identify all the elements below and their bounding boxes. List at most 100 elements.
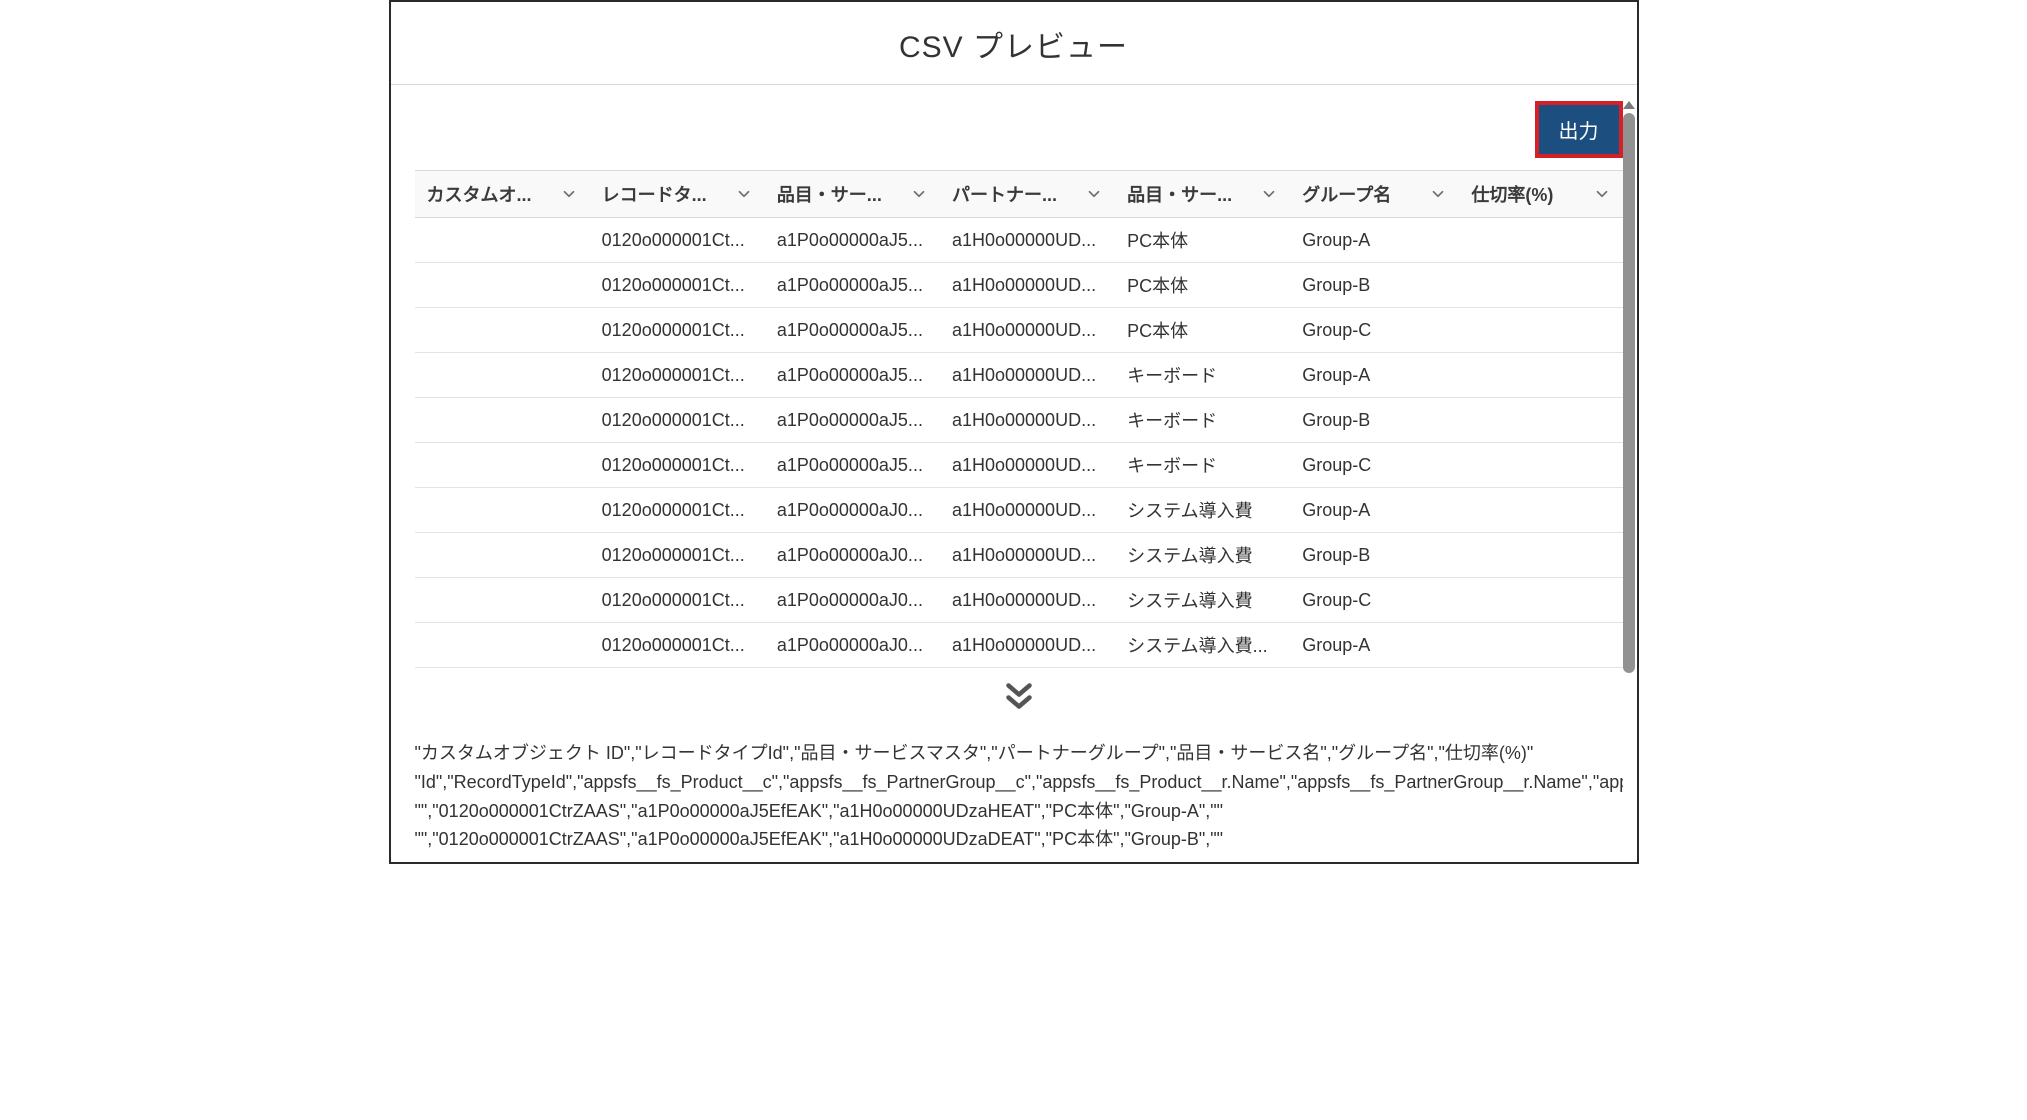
table-row: 0120o000001Ct...a1P0o00000aJ5...a1H0o000… — [415, 443, 1623, 488]
table-row: 0120o000001Ct...a1P0o00000aJ5...a1H0o000… — [415, 353, 1623, 398]
column-header-label: 仕切率(%) — [1471, 181, 1586, 207]
table-cell: 0120o000001Ct... — [590, 533, 765, 578]
table-cell — [1459, 263, 1622, 308]
table-cell: a1H0o00000UD... — [940, 578, 1115, 623]
table-scroll-area: カスタムオ... レコードタ... 品目・サー... パートナー... 品目・サー...… — [415, 170, 1623, 862]
table-cell — [1459, 578, 1622, 623]
table-cell: Group-A — [1290, 353, 1459, 398]
table-cell: 0120o000001Ct... — [590, 398, 765, 443]
scroll-thumb[interactable] — [1623, 113, 1635, 673]
table-cell — [415, 488, 590, 533]
table-cell — [415, 218, 590, 263]
table-cell: システム導入費 — [1115, 533, 1290, 578]
table-cell: a1H0o00000UD... — [940, 443, 1115, 488]
table-cell: a1P0o00000aJ5... — [765, 218, 940, 263]
column-header-6[interactable]: 仕切率(%) — [1459, 171, 1622, 218]
csv-preview-table: カスタムオ... レコードタ... 品目・サー... パートナー... 品目・サー...… — [415, 170, 1623, 668]
chevron-down-icon[interactable] — [1593, 185, 1611, 203]
table-header-row: カスタムオ... レコードタ... 品目・サー... パートナー... 品目・サー...… — [415, 171, 1623, 218]
raw-csv-block: "カスタムオブジェクト ID","レコードタイプId","品目・サービスマスタ"… — [415, 725, 1623, 862]
column-header-label: グループ名 — [1302, 181, 1423, 207]
column-header-3[interactable]: パートナー... — [940, 171, 1115, 218]
chevron-down-icon[interactable] — [1429, 185, 1447, 203]
chevron-down-icon[interactable] — [735, 185, 753, 203]
column-header-4[interactable]: 品目・サー... — [1115, 171, 1290, 218]
table-cell: a1H0o00000UD... — [940, 308, 1115, 353]
table-cell: Group-A — [1290, 488, 1459, 533]
table-cell: a1P0o00000aJ5... — [765, 398, 940, 443]
column-header-2[interactable]: 品目・サー... — [765, 171, 940, 218]
table-cell: 0120o000001Ct... — [590, 218, 765, 263]
table-cell — [1459, 353, 1622, 398]
table-cell: a1H0o00000UD... — [940, 263, 1115, 308]
table-cell: PC本体 — [1115, 218, 1290, 263]
table-cell: PC本体 — [1115, 308, 1290, 353]
modal-title: CSV プレビュー — [899, 31, 1128, 64]
action-bar: 出力 — [415, 85, 1623, 170]
export-button-highlight: 出力 — [1535, 101, 1623, 158]
table-cell — [415, 578, 590, 623]
chevron-down-icon[interactable] — [910, 185, 928, 203]
table-cell: a1H0o00000UD... — [940, 398, 1115, 443]
raw-csv-line: "","0120o000001CtrZAAS","a1P0o00000aJ5Ef… — [415, 797, 1623, 826]
table-cell — [1459, 218, 1622, 263]
table-cell — [1459, 308, 1622, 353]
raw-csv-line: "Id","RecordTypeId","appsfs__fs_Product_… — [415, 768, 1623, 797]
table-cell — [1459, 443, 1622, 488]
raw-csv-line: "カスタムオブジェクト ID","レコードタイプId","品目・サービスマスタ"… — [415, 739, 1623, 768]
table-cell: Group-C — [1290, 308, 1459, 353]
table-cell — [415, 263, 590, 308]
table-cell — [415, 353, 590, 398]
scroll-up-arrow-icon[interactable] — [1623, 101, 1635, 109]
table-row: 0120o000001Ct...a1P0o00000aJ0...a1H0o000… — [415, 623, 1623, 668]
table-row: 0120o000001Ct...a1P0o00000aJ0...a1H0o000… — [415, 578, 1623, 623]
table-cell — [1459, 488, 1622, 533]
table-cell: a1P0o00000aJ0... — [765, 488, 940, 533]
table-cell: a1P0o00000aJ0... — [765, 533, 940, 578]
table-cell: システム導入費 — [1115, 578, 1290, 623]
chevron-down-icon[interactable] — [1260, 185, 1278, 203]
table-cell: Group-C — [1290, 578, 1459, 623]
table-cell: a1P0o00000aJ5... — [765, 353, 940, 398]
table-cell — [1459, 623, 1622, 668]
column-header-label: レコードタ... — [602, 181, 729, 207]
table-cell: a1H0o00000UD... — [940, 533, 1115, 578]
column-header-label: 品目・サー... — [1127, 181, 1254, 207]
table-cell: Group-B — [1290, 398, 1459, 443]
column-header-0[interactable]: カスタムオ... — [415, 171, 590, 218]
load-more-button[interactable] — [1001, 678, 1037, 714]
table-cell: Group-A — [1290, 623, 1459, 668]
table-cell: 0120o000001Ct... — [590, 308, 765, 353]
table-cell: Group-B — [1290, 533, 1459, 578]
table-cell: 0120o000001Ct... — [590, 443, 765, 488]
column-header-label: カスタムオ... — [427, 181, 554, 207]
csv-preview-modal: CSV プレビュー 出力 — [389, 0, 1639, 864]
chevron-down-icon[interactable] — [560, 185, 578, 203]
chevron-down-icon[interactable] — [1085, 185, 1103, 203]
column-header-1[interactable]: レコードタ... — [590, 171, 765, 218]
column-header-label: 品目・サー... — [777, 181, 904, 207]
column-header-5[interactable]: グループ名 — [1290, 171, 1459, 218]
table-cell: Group-C — [1290, 443, 1459, 488]
table-cell: キーボード — [1115, 353, 1290, 398]
scroll-track[interactable] — [1623, 113, 1635, 862]
table-cell: 0120o000001Ct... — [590, 353, 765, 398]
table-cell — [1459, 398, 1622, 443]
vertical-scrollbar[interactable] — [1623, 101, 1635, 862]
raw-csv-line: "","0120o000001CtrZAAS","a1P0o00000aJ5Ef… — [415, 825, 1623, 854]
export-button[interactable]: 出力 — [1539, 105, 1619, 154]
table-cell — [415, 533, 590, 578]
table-cell — [1459, 533, 1622, 578]
table-cell: a1H0o00000UD... — [940, 623, 1115, 668]
column-header-label: パートナー... — [952, 181, 1079, 207]
load-more-row — [415, 668, 1623, 725]
table-cell: a1P0o00000aJ0... — [765, 623, 940, 668]
table-cell: システム導入費... — [1115, 623, 1290, 668]
table-cell: Group-A — [1290, 218, 1459, 263]
table-cell: キーボード — [1115, 443, 1290, 488]
table-cell: システム導入費 — [1115, 488, 1290, 533]
modal-header: CSV プレビュー — [391, 2, 1637, 85]
table-cell — [415, 623, 590, 668]
table-cell — [415, 443, 590, 488]
table-cell: a1P0o00000aJ5... — [765, 263, 940, 308]
